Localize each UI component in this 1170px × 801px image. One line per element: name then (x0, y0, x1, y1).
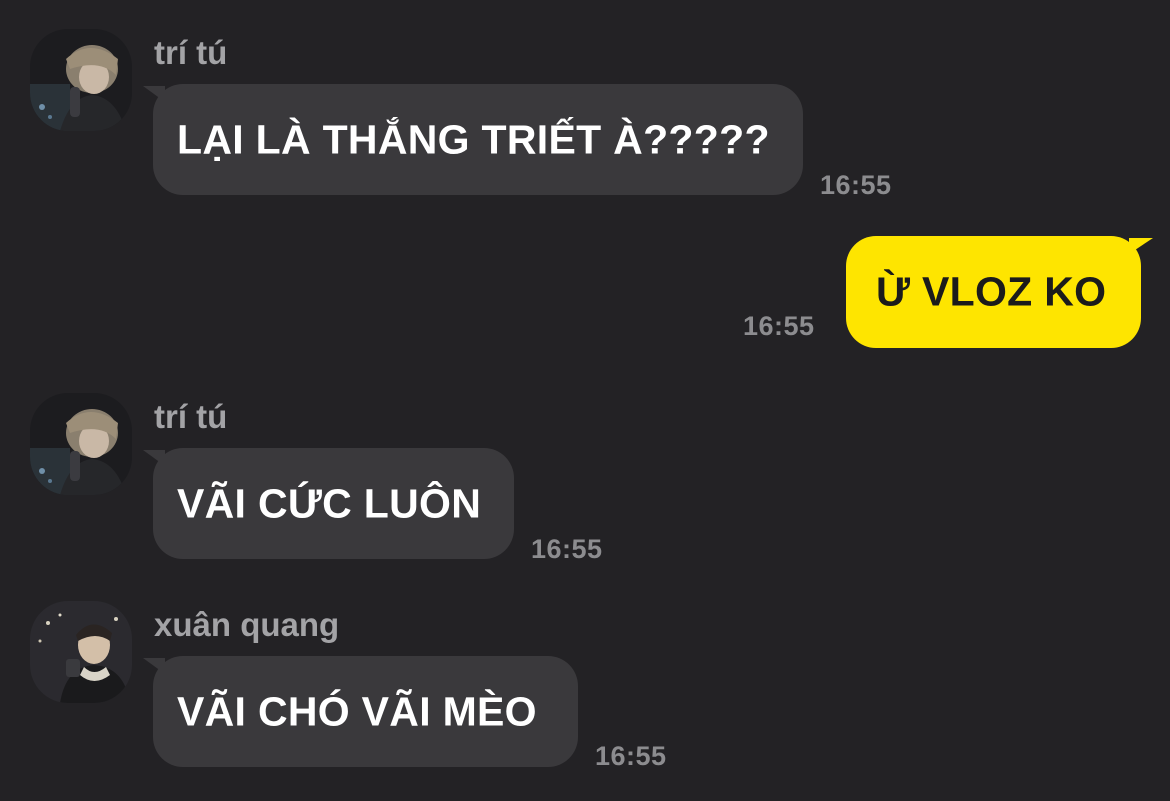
avatar[interactable] (30, 393, 132, 495)
message-bubble[interactable]: LẠI LÀ THẮNG TRIẾT À????? (143, 84, 803, 195)
message-text: LẠI LÀ THẮNG TRIẾT À????? (177, 116, 770, 162)
sender-name: xuân quang (154, 606, 340, 643)
message-text: VÃI CHÓ VÃI MÈO (177, 688, 537, 734)
message-timestamp: 16:55 (743, 311, 815, 341)
chat-message-list[interactable]: trí tú LẠI LÀ THẮNG TRIẾT À????? 16:55 1… (0, 0, 1170, 801)
message-bubble[interactable]: Ừ VLOZ KO (846, 236, 1153, 348)
sender-name: trí tú (154, 34, 228, 71)
avatar[interactable] (30, 29, 132, 131)
message-text: VÃI CỨC LUÔN (177, 480, 482, 526)
bubble-tail (143, 450, 165, 466)
bubble-tail (143, 658, 165, 674)
message-timestamp: 16:55 (595, 741, 667, 771)
message-timestamp: 16:55 (531, 534, 603, 564)
message-timestamp: 16:55 (820, 170, 892, 200)
bubble-tail (1129, 238, 1153, 254)
message-text: Ừ VLOZ KO (876, 268, 1107, 315)
sender-name: trí tú (154, 398, 228, 435)
avatar[interactable] (30, 601, 132, 703)
message-bubble[interactable]: VÃI CỨC LUÔN (143, 448, 514, 559)
bubble-tail (143, 86, 165, 102)
message-bubble[interactable]: VÃI CHÓ VÃI MÈO (143, 656, 578, 767)
